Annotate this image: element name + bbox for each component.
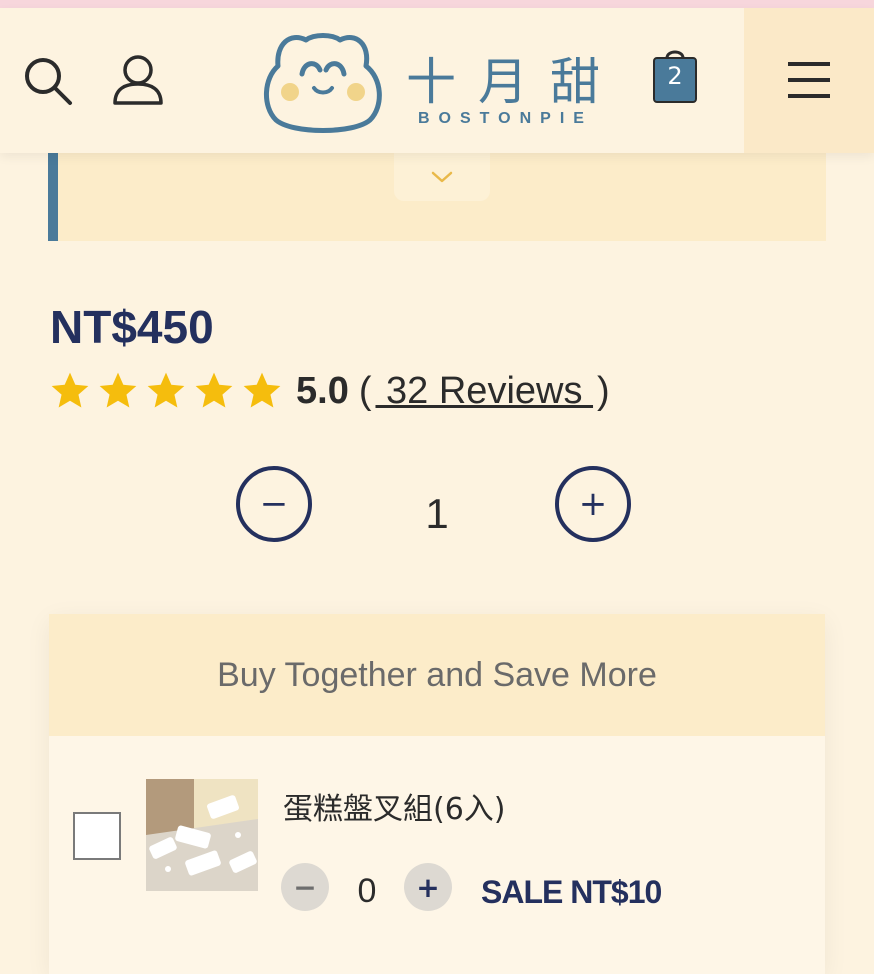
hamburger-menu-icon[interactable] [784,58,834,102]
logo-english-text: BOSTONPIE [418,110,593,127]
reviews-link[interactable]: 32 Reviews [375,370,593,412]
bundle-title: Buy Together and Save More [49,614,825,736]
rating-stars [48,369,284,413]
expand-description-button[interactable] [394,153,490,201]
bundle-item-quantity[interactable]: 0 [347,872,387,911]
bundle-item-name: 蛋糕盤叉組(6入) [283,792,506,827]
logo-chinese-text: 十月甜 [406,53,622,111]
bundle-item-image [146,779,258,891]
star-icon [51,372,89,408]
bundle-item-increase-button[interactable]: + [404,863,452,911]
star-icon [195,372,233,408]
brand-logo[interactable]: 十月甜 BOSTONPIE [258,24,618,142]
chevron-down-icon [431,171,453,183]
bundle-offer-card: Buy Together and Save More 蛋糕盤叉組(6入) − 0… [49,614,825,974]
top-accent-strip [0,0,874,8]
cart-button[interactable]: 2 [652,46,698,104]
search-icon[interactable] [20,53,76,109]
reviews-close-paren: ) [597,369,610,412]
rating-row: 5.0 ( 32 Reviews ) [48,366,610,416]
reviews-summary: ( 32 Reviews ) [359,370,610,413]
menu-panel [744,8,874,153]
mascot-logo-icon [263,33,382,133]
star-icon [99,372,137,408]
cart-count-badge: 2 [667,62,683,90]
reviews-open-paren: ( [358,369,372,412]
product-price: NT$450 [50,301,214,353]
star-icon [243,372,281,408]
quantity-value[interactable]: 1 [400,490,474,538]
site-header: 十月甜 BOSTONPIE 2 [0,8,874,153]
rating-value: 5.0 [296,369,349,412]
star-icon [147,372,185,408]
quantity-decrease-button[interactable]: − [236,466,312,542]
bundle-item-decrease-button[interactable]: − [281,863,329,911]
bundle-item-sale-price: SALE NT$10 [481,874,662,910]
user-icon[interactable] [110,51,166,111]
quantity-increase-button[interactable]: + [555,466,631,542]
bundle-item-checkbox[interactable] [73,812,121,860]
